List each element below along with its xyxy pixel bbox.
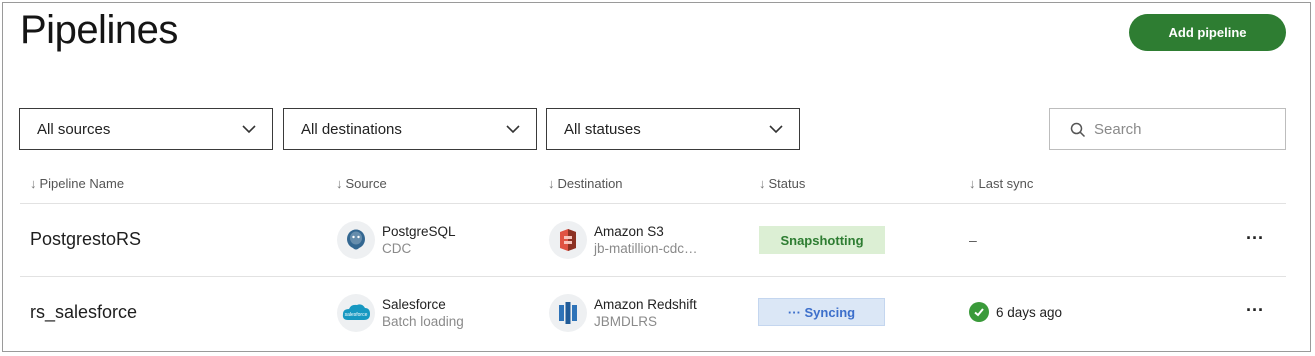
search-box	[1049, 108, 1286, 150]
sources-filter-dropdown[interactable]: All sources	[19, 108, 273, 150]
postgresql-icon	[337, 221, 375, 259]
search-input[interactable]	[1094, 118, 1274, 140]
statuses-filter-label: All statuses	[564, 120, 641, 138]
destination-detail: JBMDLRS	[594, 314, 658, 329]
more-options-button[interactable]: ···	[1246, 300, 1264, 321]
destinations-filter-label: All destinations	[301, 120, 402, 138]
source-type: CDC	[382, 241, 412, 256]
header-divider	[20, 203, 1286, 204]
sort-arrow-icon: ↓	[759, 176, 766, 191]
statuses-filter-dropdown[interactable]: All statuses	[546, 108, 800, 150]
chevron-down-icon	[242, 125, 256, 134]
last-sync-value: –	[969, 232, 977, 248]
chevron-down-icon	[769, 125, 783, 134]
column-header-pipeline-name[interactable]: ↓ Pipeline Name	[30, 176, 124, 191]
amazon-s3-icon	[549, 221, 587, 259]
source-name: PostgreSQL	[382, 224, 456, 239]
sort-arrow-icon: ↓	[30, 176, 37, 191]
status-badge: ··· Syncing	[758, 298, 885, 326]
check-circle-icon	[969, 302, 989, 322]
destination-name: Amazon S3	[594, 224, 664, 239]
search-icon	[1070, 122, 1086, 138]
add-pipeline-button[interactable]: Add pipeline	[1129, 14, 1286, 51]
sort-arrow-icon: ↓	[548, 176, 555, 191]
column-header-status[interactable]: ↓ Status	[759, 176, 805, 191]
pipeline-name[interactable]: rs_salesforce	[30, 302, 137, 323]
sort-arrow-icon: ↓	[969, 176, 976, 191]
pipeline-name[interactable]: PostgrestoRS	[30, 229, 141, 250]
amazon-redshift-icon	[549, 294, 587, 332]
status-badge: Snapshotting	[759, 226, 885, 254]
chevron-down-icon	[506, 125, 520, 134]
row-divider	[20, 276, 1286, 277]
sort-arrow-icon: ↓	[336, 176, 343, 191]
destination-detail: jb-matillion-cdc…	[594, 241, 698, 256]
svg-text:salesforce: salesforce	[345, 312, 368, 318]
more-options-button[interactable]: ···	[1246, 228, 1264, 249]
column-header-source[interactable]: ↓ Source	[336, 176, 387, 191]
sources-filter-label: All sources	[37, 120, 111, 138]
source-type: Batch loading	[382, 314, 464, 329]
source-name: Salesforce	[382, 297, 446, 312]
destinations-filter-dropdown[interactable]: All destinations	[283, 108, 537, 150]
column-header-destination[interactable]: ↓ Destination	[548, 176, 623, 191]
last-sync-value: 6 days ago	[996, 304, 1063, 320]
salesforce-icon: salesforce	[337, 294, 375, 332]
destination-name: Amazon Redshift	[594, 297, 697, 312]
column-header-last-sync[interactable]: ↓ Last sync	[969, 176, 1033, 191]
last-sync-cell: 6 days ago	[969, 302, 1062, 322]
page-title: Pipelines	[20, 8, 178, 52]
